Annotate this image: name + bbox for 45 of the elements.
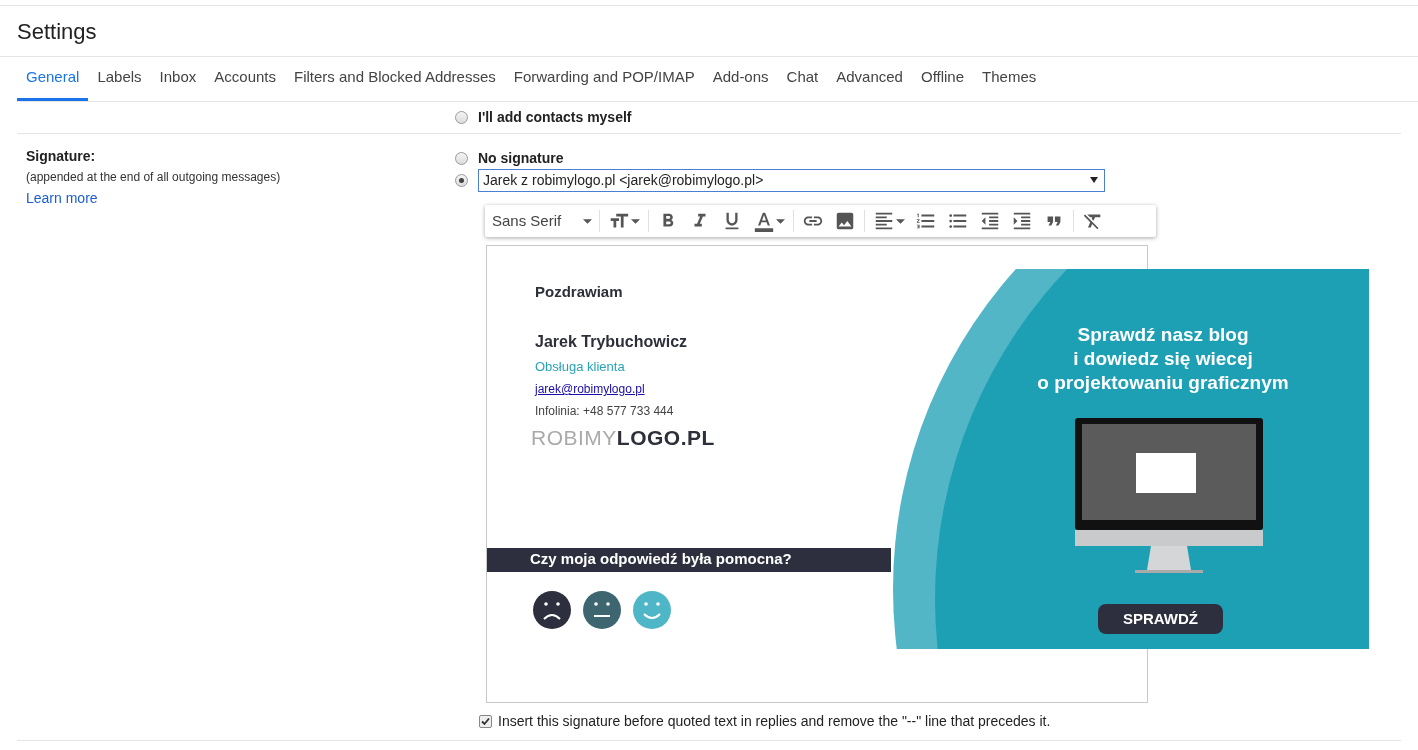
checkbox[interactable]: [479, 715, 492, 728]
caret-icon[interactable]: [583, 218, 592, 224]
indent-more-icon[interactable]: [1011, 210, 1033, 232]
settings-tab[interactable]: Forwarding and POP/IMAP: [504, 57, 704, 101]
settings-tab[interactable]: Labels: [88, 57, 151, 101]
settings-tab[interactable]: Filters and Blocked Addresses: [285, 57, 505, 101]
feedback-bar: Czy moja odpowiedź była pomocna?: [487, 547, 891, 572]
email-link[interactable]: jarek@robimylogo.pl: [535, 380, 645, 398]
radio-label: No signature: [478, 148, 564, 168]
text-color-icon[interactable]: [753, 210, 775, 232]
greeting-text: Pozdrawiam: [535, 282, 623, 302]
checkbox-label: Insert this signature before quoted text in replies and remove the "--" line that precedes it.: [498, 712, 1051, 731]
company-logo: ROBIMYLOGO.PL: [531, 425, 715, 451]
banner-button[interactable]: SPRAWDŹ: [1098, 604, 1223, 634]
signature-label: Signature:: [26, 147, 97, 166]
caret-icon[interactable]: [776, 218, 785, 224]
align-icon[interactable]: [873, 210, 895, 232]
font-select[interactable]: Sans Serif: [492, 209, 596, 233]
signature-role: Obsługa klienta: [535, 357, 625, 376]
caret-icon[interactable]: [631, 218, 640, 224]
phone-text: Infolinia: +48 577 733 444: [535, 403, 674, 420]
page-title: Settings: [17, 17, 97, 46]
image-icon[interactable]: [834, 210, 856, 232]
settings-tab[interactable]: Accounts: [205, 57, 285, 101]
indent-less-icon[interactable]: [979, 210, 1001, 232]
radio-button[interactable]: [455, 151, 468, 165]
radio-label: I'll add contacts myself: [478, 108, 632, 127]
settings-tab[interactable]: Inbox: [150, 57, 206, 101]
signature-name: Jarek Trybuchowicz: [535, 331, 688, 352]
sad-face-icon[interactable]: [533, 590, 571, 629]
settings-tab[interactable]: Themes: [973, 57, 1046, 101]
settings-tab[interactable]: Chat: [777, 57, 828, 101]
signature-select[interactable]: Jarek z robimylogo.pl <jarek@robimylogo.pl>: [478, 168, 1105, 192]
radio-button[interactable]: [455, 111, 468, 124]
learn-more-link[interactable]: Learn more: [26, 188, 455, 208]
settings-tab[interactable]: General: [17, 57, 89, 101]
settings-tab[interactable]: Add-ons: [703, 57, 778, 101]
settings-tab[interactable]: Advanced: [827, 57, 912, 101]
radio-button[interactable]: [455, 173, 468, 187]
settings-tab[interactable]: Offline: [911, 57, 974, 101]
neutral-face-icon[interactable]: [583, 590, 621, 629]
caret-icon[interactable]: [896, 218, 905, 224]
signature-hint: (appended at the end of all outgoing messages): [26, 169, 282, 186]
banner-heading: Sprawdź nasz blog i dowiedz się wiecej o projektowaniu graficznym: [1037, 323, 1289, 395]
dropdown-arrow-icon: [1090, 177, 1098, 183]
